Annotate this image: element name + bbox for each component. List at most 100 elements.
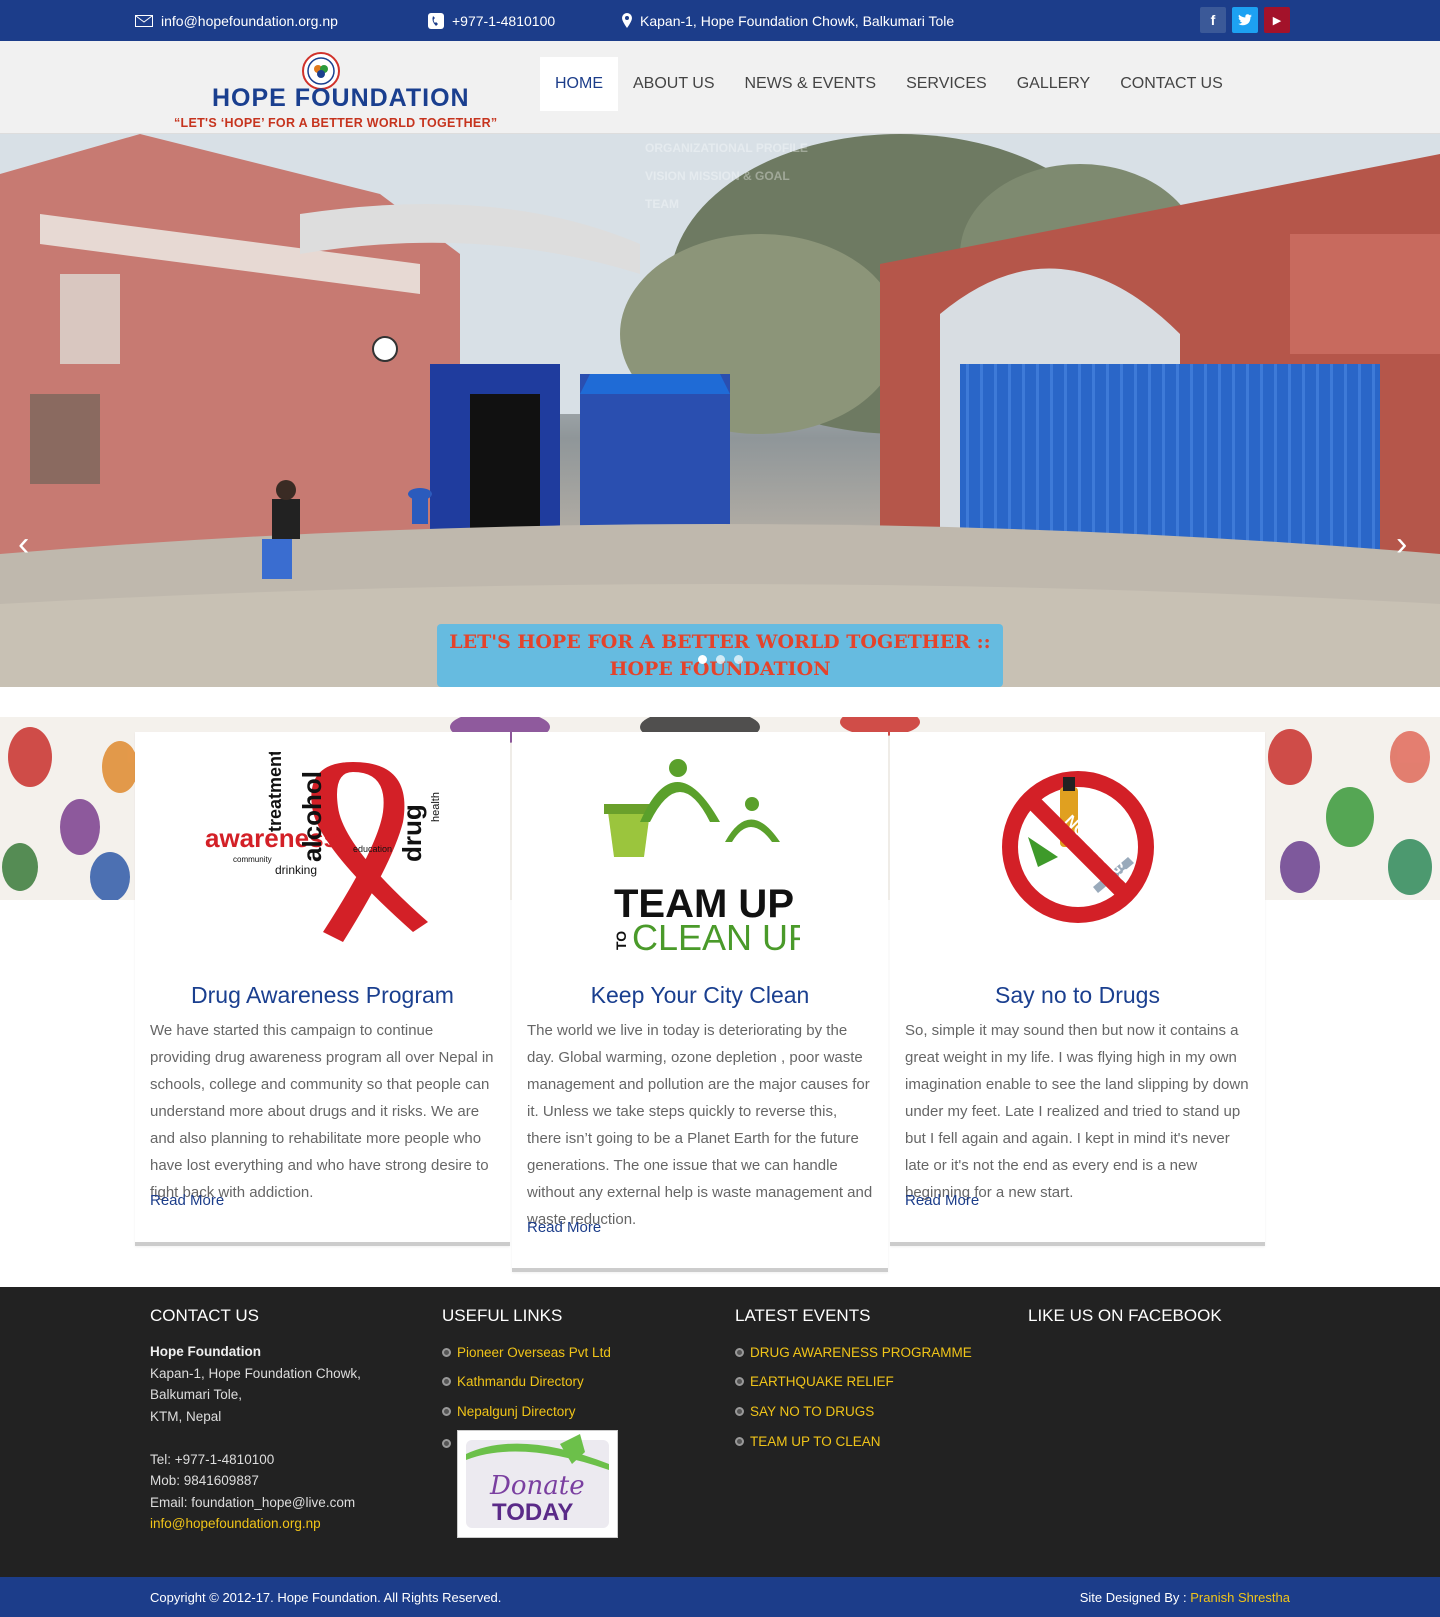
word-education: education	[353, 844, 392, 854]
designed-by-label: Site Designed By :	[1079, 1590, 1191, 1605]
nav-home[interactable]: HOME	[540, 57, 618, 111]
useful-link[interactable]: Nepalgunj Directory	[442, 1404, 576, 1419]
feature-card-say-no-drugs: NO DRUGS Say no to Drugs So, simple it m…	[890, 732, 1265, 1246]
nav-services[interactable]: SERVICES	[891, 57, 1002, 111]
footer-email-link[interactable]: info@hopefoundation.org.np	[150, 1513, 410, 1535]
slider-dots	[698, 655, 743, 664]
word-health: health	[430, 792, 442, 822]
footer-addr-line: Balkumari Tole,	[150, 1387, 243, 1402]
phone-icon	[428, 12, 444, 29]
copyright-text: Copyright © 2012-17. Hope Foundation. Al…	[150, 1590, 502, 1605]
donate-today-banner[interactable]: Donate TODAY	[457, 1430, 618, 1538]
useful-link-label: Kathmandu Directory	[457, 1374, 584, 1389]
footer-events-heading: LATEST EVENTS	[735, 1306, 871, 1325]
bullet-icon	[442, 1407, 451, 1416]
useful-link[interactable]: Pioneer Overseas Pvt Ltd	[442, 1345, 611, 1360]
word-alcohol: alcohol	[297, 771, 327, 862]
slider-dot[interactable]	[716, 655, 725, 664]
feature-text: The world we live in today is deteriorat…	[527, 1022, 873, 1228]
footer-facebook-heading: LIKE US ON FACEBOOK	[1028, 1306, 1222, 1325]
bullet-icon	[735, 1377, 744, 1386]
bullet-icon	[442, 1439, 451, 1448]
ghost-menu-item: VISION MISSION & GOAL	[645, 169, 790, 183]
useful-link[interactable]: Kathmandu Directory	[442, 1374, 584, 1389]
logo-name: HOPE FOUNDATION	[212, 84, 470, 112]
feature-text: We have started this campaign to continu…	[150, 1022, 494, 1201]
nav-about-us[interactable]: ABOUT US	[618, 57, 730, 111]
feature-text: So, simple it may sound then but now it …	[905, 1022, 1249, 1201]
hero-ghost-dropdown: ORGANIZATIONAL PROFILE VISION MISSION & …	[617, 134, 867, 234]
feature-title: Drug Awareness Program	[191, 982, 454, 1008]
top-phone-text: +977-1-4810100	[452, 12, 556, 29]
footer-addr-line: KTM, Nepal	[150, 1408, 222, 1424]
slider-next-arrow-icon[interactable]: ›	[1396, 527, 1418, 561]
site-footer: CONTACT US USEFUL LINKS LATEST EVENTS LI…	[0, 1287, 1440, 1577]
nav-gallery[interactable]: GALLERY	[1002, 57, 1106, 111]
bullet-icon	[735, 1407, 744, 1416]
event-link-label: TEAM UP TO CLEAN	[750, 1434, 881, 1449]
read-more-link[interactable]: Read More	[905, 1192, 979, 1209]
event-link-label: SAY NO TO DRUGS	[750, 1404, 875, 1419]
nav-contact-us[interactable]: CONTACT US	[1105, 57, 1238, 111]
read-more-link[interactable]: Read More	[527, 1219, 601, 1236]
event-link[interactable]: SAY NO TO DRUGS	[735, 1404, 874, 1419]
ghost-menu-item: ORGANIZATIONAL PROFILE	[645, 141, 808, 155]
footer-mob: Mob: 9841609887	[150, 1473, 259, 1488]
donate-text: Donate	[489, 1471, 585, 1501]
top-phone[interactable]: +977-1-4810100	[428, 0, 555, 41]
designer-credit: Site Designed By : Pranish Shrestha	[1080, 1590, 1290, 1605]
top-email-text: info@hopefoundation.org.np	[161, 12, 338, 29]
nav-news-events[interactable]: NEWS & EVENTS	[730, 57, 892, 111]
map-pin-icon	[622, 13, 632, 28]
to-text: TO	[613, 931, 629, 950]
facebook-icon[interactable]: f	[1200, 7, 1226, 33]
event-link[interactable]: TEAM UP TO CLEAN	[735, 1434, 881, 1449]
top-address: Kapan-1, Hope Foundation Chowk, Balkumar…	[622, 0, 954, 41]
feature-title: Keep Your City Clean	[590, 982, 810, 1008]
bottom-bar: Copyright © 2012-17. Hope Foundation. Al…	[0, 1577, 1440, 1617]
top-email[interactable]: info@hopefoundation.org.np	[135, 0, 338, 41]
event-link[interactable]: DRUG AWARENESS PROGRAMME	[735, 1345, 972, 1360]
drug-awareness-image: awareness alcohol treatment drug health …	[135, 732, 510, 962]
footer-tel: Tel: +977-1-4810100	[150, 1451, 275, 1467]
footer-links-heading: USEFUL LINKS	[442, 1306, 563, 1325]
footer-email: Email: foundation_hope@live.com	[150, 1494, 356, 1510]
youtube-icon[interactable]: ▶	[1264, 7, 1290, 33]
useful-link-label: Nepalgunj Directory	[457, 1404, 576, 1419]
logo-tagline: “LET'S ‘HOPE’ FOR A BETTER WORLD TOGETHE…	[174, 116, 498, 130]
top-address-text: Kapan-1, Hope Foundation Chowk, Balkumar…	[640, 12, 955, 29]
feature-card-drug-awareness: awareness alcohol treatment drug health …	[135, 732, 510, 1246]
bullet-icon	[735, 1437, 744, 1446]
designer-link[interactable]: Pranish Shrestha	[1190, 1590, 1290, 1605]
slider-prev-arrow-icon[interactable]: ‹	[18, 527, 40, 561]
team-up-clean-up-image: TEAM UP TO CLEAN UP	[512, 732, 888, 962]
feature-card-city-clean: TEAM UP TO CLEAN UP Keep Your City Clean…	[512, 732, 888, 1272]
twitter-icon[interactable]	[1232, 7, 1258, 33]
word-community: community	[233, 855, 272, 864]
hero-caption-line1: LET'S HOPE FOR A BETTER WORLD TOGETHER :…	[449, 631, 991, 653]
word-drinking: drinking	[275, 863, 317, 877]
envelope-icon	[135, 14, 153, 27]
clean-up-text: CLEAN UP	[632, 917, 800, 952]
site-header: HOPE FOUNDATION “LET'S ‘HOPE’ FOR A BETT…	[0, 41, 1440, 134]
slider-dot[interactable]	[734, 655, 743, 664]
word-treatment: treatment	[265, 752, 285, 832]
top-contact-bar: info@hopefoundation.org.np +977-1-481010…	[0, 0, 1440, 41]
event-link-label: EARTHQUAKE RELIEF	[750, 1374, 894, 1389]
footer-org-name: Hope Foundation	[150, 1344, 261, 1359]
event-link-label: DRUG AWARENESS PROGRAMME	[750, 1345, 972, 1360]
bullet-icon	[442, 1377, 451, 1386]
footer-address-block: Hope Foundation Kapan-1, Hope Foundation…	[150, 1341, 410, 1535]
bullet-icon	[442, 1348, 451, 1357]
main-nav: HOME ABOUT US NEWS & EVENTS SERVICES GAL…	[540, 57, 1238, 111]
event-link[interactable]: EARTHQUAKE RELIEF	[735, 1374, 894, 1389]
site-logo[interactable]: HOPE FOUNDATION “LET'S ‘HOPE’ FOR A BETT…	[150, 46, 510, 131]
slider-dot[interactable]	[698, 655, 707, 664]
read-more-link[interactable]: Read More	[150, 1192, 224, 1209]
useful-link-label: Pioneer Overseas Pvt Ltd	[457, 1345, 611, 1360]
word-drug: drug	[397, 804, 427, 862]
footer-addr-line: Kapan-1, Hope Foundation Chowk,	[150, 1365, 361, 1381]
donate-today-text: TODAY	[492, 1499, 573, 1526]
feature-title: Say no to Drugs	[995, 982, 1160, 1008]
ghost-menu-item: TEAM	[645, 197, 679, 211]
